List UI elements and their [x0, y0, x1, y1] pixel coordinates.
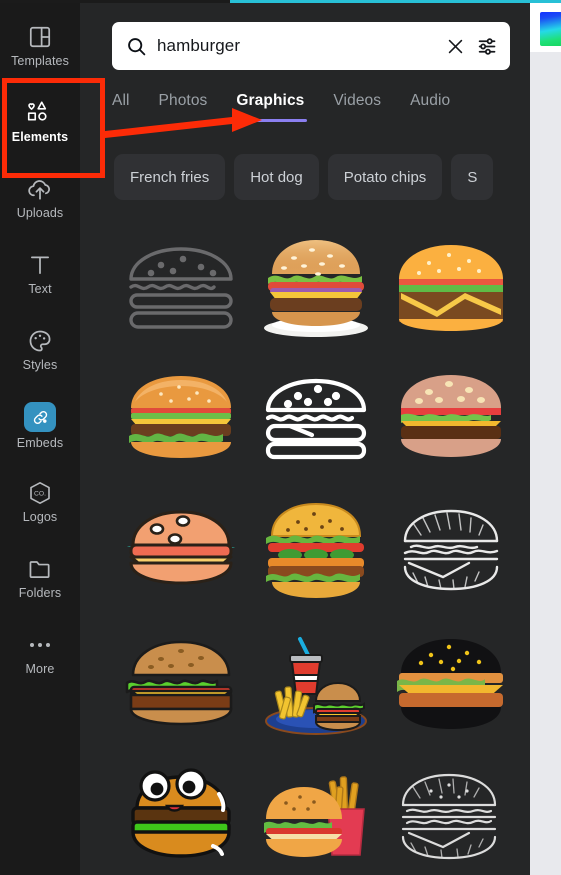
canva-editor-window: Templates Elements Uploads Text Styles Embeds…	[0, 0, 561, 875]
sidebar-item-text[interactable]: Text	[0, 236, 80, 312]
filter-sliders-icon[interactable]	[477, 36, 498, 57]
result-thumbnail[interactable]	[249, 617, 382, 750]
tab-photos[interactable]: Photos	[159, 88, 208, 122]
search-bar[interactable]	[112, 22, 510, 70]
sidebar-item-embeds[interactable]: Embeds	[0, 388, 80, 464]
category-tabs: All Photos Graphics Videos Audio	[112, 88, 522, 130]
result-thumbnail[interactable]	[384, 484, 517, 617]
folders-icon	[27, 556, 53, 582]
design-thumbnail[interactable]	[540, 12, 561, 46]
sidebar-item-label: Uploads	[16, 206, 64, 221]
tab-all[interactable]: All	[112, 88, 130, 122]
more-dots-icon	[27, 632, 53, 658]
search-bar-container	[112, 22, 510, 70]
tab-videos[interactable]: Videos	[333, 88, 381, 122]
result-thumbnail[interactable]	[249, 484, 382, 617]
sidebar-item-uploads[interactable]: Uploads	[0, 160, 80, 236]
result-thumbnail[interactable]	[384, 218, 517, 351]
result-thumbnail[interactable]	[114, 484, 247, 617]
sidebar-item-label: Embeds	[16, 436, 64, 451]
tab-audio[interactable]: Audio	[410, 88, 450, 122]
sidebar-item-label: Folders	[18, 586, 62, 601]
left-sidebar: Templates Elements Uploads Text Styles Embeds…	[0, 0, 80, 875]
suggestion-chip[interactable]: French fries	[114, 154, 226, 200]
canvas-header	[530, 0, 561, 52]
suggestion-chip[interactable]: Hot dog	[234, 154, 319, 200]
canvas-area	[530, 0, 561, 875]
sidebar-item-label: Elements	[11, 130, 69, 145]
text-icon	[27, 252, 53, 278]
styles-icon	[27, 328, 53, 354]
result-thumbnail[interactable]	[114, 218, 247, 351]
elements-icon	[27, 100, 53, 126]
sidebar-item-more[interactable]: More	[0, 616, 80, 692]
sidebar-item-label: Styles	[22, 358, 58, 373]
sidebar-item-label: More	[25, 662, 55, 677]
tab-graphics[interactable]: Graphics	[233, 88, 308, 122]
logos-icon: CO.	[27, 480, 53, 506]
result-thumbnail[interactable]	[114, 750, 247, 875]
result-thumbnail[interactable]	[249, 750, 382, 875]
suggestion-chip[interactable]: Potato chips	[327, 154, 443, 200]
result-thumbnail[interactable]	[249, 351, 382, 484]
sidebar-item-elements[interactable]: Elements	[0, 84, 80, 160]
result-thumbnail[interactable]	[114, 351, 247, 484]
uploads-icon	[27, 176, 53, 202]
templates-icon	[27, 24, 53, 50]
embeds-icon	[24, 402, 56, 433]
result-thumbnail[interactable]	[114, 617, 247, 750]
sidebar-item-label: Text	[28, 282, 52, 297]
search-input[interactable]	[157, 36, 436, 56]
sidebar-item-styles[interactable]: Styles	[0, 312, 80, 388]
sidebar-item-label: Logos	[22, 510, 58, 525]
suggestion-chips: French fries Hot dog Potato chips S	[114, 154, 550, 200]
sidebar-item-logos[interactable]: CO. Logos	[0, 464, 80, 540]
result-thumbnail[interactable]	[384, 750, 517, 875]
search-icon	[126, 36, 147, 57]
suggestion-chip[interactable]: S	[451, 154, 494, 200]
top-accent-left	[0, 0, 230, 3]
result-thumbnail[interactable]	[384, 617, 517, 750]
results-grid	[114, 218, 518, 875]
result-thumbnail[interactable]	[384, 351, 517, 484]
sidebar-item-folders[interactable]: Folders	[0, 540, 80, 616]
sidebar-item-label: Templates	[11, 54, 69, 69]
top-accent-bar	[230, 0, 561, 3]
sidebar-item-templates[interactable]: Templates	[0, 8, 80, 84]
result-thumbnail[interactable]	[249, 218, 382, 351]
svg-text:CO.: CO.	[34, 491, 46, 498]
close-icon[interactable]	[446, 37, 465, 56]
